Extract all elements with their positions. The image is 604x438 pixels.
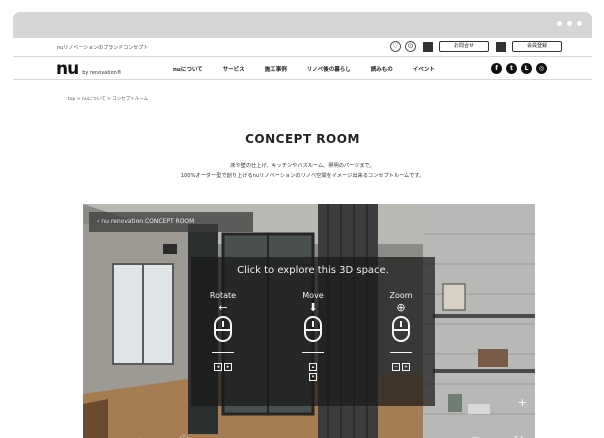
main-nav: nu by renovation® nuについて サービス 施工事例 リノベ後の… [13,56,592,80]
move-keys: ▴ ▾ [283,363,343,381]
plus-icon[interactable]: + [518,396,527,409]
twitter-icon[interactable]: t [506,63,517,74]
key-up-icon: ▴ [309,363,317,371]
dot-icon [567,21,572,26]
control-rotate: Rotate ← ◂ ▸ [193,291,253,371]
heart-icon[interactable]: ♡ [390,41,401,52]
line-icon[interactable]: L [521,63,532,74]
divider [212,352,234,353]
breadcrumb[interactable]: top > nuについて > コンセプトルーム [68,96,148,102]
instagram-icon[interactable]: ◎ [536,63,547,74]
web-page: nuリノベーションのブランドコンセプト ♡ ⊙ お問合せ 会員登録 nu by … [13,38,592,438]
key-down-icon: ▾ [309,373,317,381]
member-icon [496,41,507,52]
arrow-left-icon: ← [218,301,228,314]
key-plus-icon: + [402,363,410,371]
top-actions: ♡ ⊙ お問合せ 会員登録 [390,41,563,52]
dot-icon [557,21,562,26]
logo-mark: nu [56,59,79,79]
explore-prompt: Click to explore this 3D space. [237,265,389,276]
viewer-toolbar: ︿ ‹ ▶ › ⓘ ◫ ⋖ ⛶ [83,430,535,438]
zoom-keys: − + [371,363,431,371]
divider [390,352,412,353]
mouse-icon [214,316,232,342]
window-menu-dots[interactable] [557,21,582,26]
nav-item-living[interactable]: リノベ後の暮らし [307,65,351,73]
top-bar: nuリノベーションのブランドコンセプト ♡ ⊙ お問合せ 会員登録 [13,38,592,56]
rotate-keys: ◂ ▸ [193,363,253,371]
nav-item-works[interactable]: 施工事例 [265,65,287,73]
nav-item-service[interactable]: サービス [223,65,245,73]
control-move: Move ⬇ ▴ ▾ [283,291,343,381]
zoom-icon: ⊕ [396,301,406,314]
page-description-line-1: 床や壁の仕上げ、キッチンやバスルーム、照明のパーツまで。 [230,163,375,169]
nav-item-about[interactable]: nuについて [173,65,203,73]
mouse-icon [304,316,322,342]
mail-icon [423,41,433,52]
location-pin-icon[interactable]: ⊙ [405,41,416,52]
mouse-icon [392,316,410,342]
register-button[interactable]: 会員登録 [512,41,563,52]
logo-subtitle: by renovation® [82,70,122,76]
control-label: Move [302,291,324,300]
control-label: Zoom [389,291,413,300]
contact-button[interactable]: お問合せ [439,41,490,52]
nav-item-reading[interactable]: 読みもの [371,65,393,73]
key-left-icon: ◂ [214,363,222,371]
nav-items: nuについて サービス 施工事例 リノベ後の暮らし 読みもの イベント [173,65,435,73]
key-right-icon: ▸ [224,363,232,371]
dot-icon [577,21,582,26]
browser-frame: nuリノベーションのブランドコンセプト ♡ ⊙ お問合せ 会員登録 nu by … [13,12,592,438]
nav-item-event[interactable]: イベント [413,65,435,73]
viewer-title-label[interactable]: ‹ nu renovation CONCEPT ROOM [89,212,253,232]
browser-titlebar [13,12,592,36]
3d-viewer[interactable]: ‹ nu renovation CONCEPT ROOM Click to ex… [83,204,535,438]
key-minus-icon: − [392,363,400,371]
divider [302,352,324,353]
page-title: CONCEPT ROOM [245,132,360,146]
social-links: f t L ◎ [491,63,547,74]
site-tagline: nuリノベーションのブランドコンセプト [57,45,149,51]
site-logo[interactable]: nu by renovation® [56,59,122,79]
control-label: Rotate [209,291,237,300]
control-zoom: Zoom ⊕ − + [371,291,431,371]
page-description-line-2: 100%オーダー型で創り上げるnuリノベーションのリノベ空間をイメージ出来るコン… [180,173,425,179]
instruction-overlay[interactable]: Click to explore this 3D space. Rotate ←… [191,257,435,406]
facebook-icon[interactable]: f [491,63,502,74]
arrow-down-icon: ⬇ [308,301,318,314]
